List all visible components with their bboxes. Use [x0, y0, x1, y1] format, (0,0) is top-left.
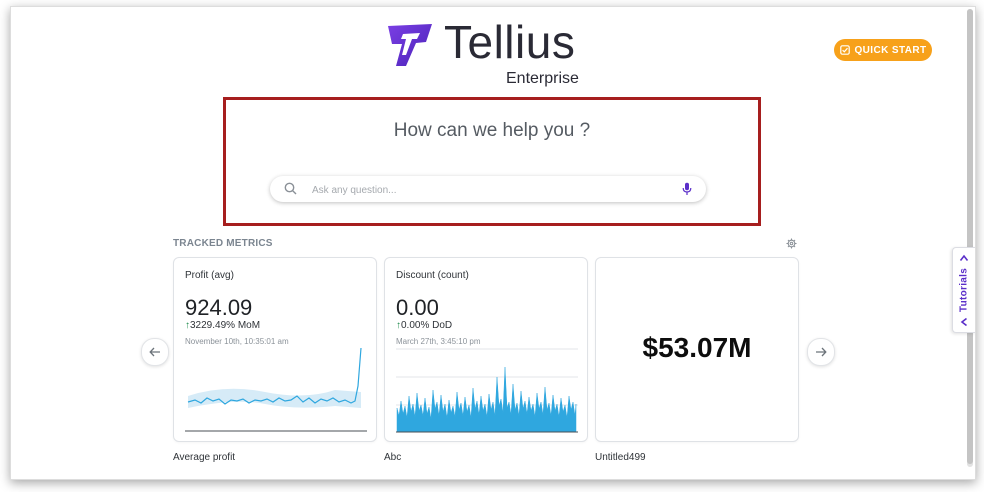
metric-timestamp: November 10th, 10:35:01 am: [185, 337, 289, 346]
search-icon: [284, 182, 297, 195]
metric-caption: Abc: [384, 452, 402, 463]
brand-name: Tellius: [444, 16, 576, 68]
sparkline-chart-profit: [185, 347, 367, 432]
tutorials-tab[interactable]: Tutorials: [952, 247, 975, 333]
microphone-icon[interactable]: [682, 182, 692, 196]
app-window: Tellius Enterprise QUICK START How can w…: [10, 6, 976, 480]
previous-metric-button[interactable]: [141, 338, 169, 366]
help-title: How can we help you ?: [393, 120, 591, 141]
arrow-left-icon: [149, 347, 160, 357]
metric-change-text: 0.00% DoD: [401, 320, 453, 331]
tutorials-label: Tutorials: [958, 267, 970, 313]
metric-name: Profit (avg): [185, 270, 234, 281]
next-metric-button[interactable]: [807, 338, 835, 366]
quick-start-label: QUICK START: [854, 44, 927, 56]
metric-value: $53.07M: [642, 332, 752, 363]
quick-start-button[interactable]: QUICK START: [834, 39, 932, 61]
tellius-logo: Tellius Enterprise: [386, 16, 596, 87]
search-bar[interactable]: [270, 176, 706, 202]
tellius-logo-icon: [388, 24, 432, 66]
metric-change: ↑3229.49% MoM: [185, 320, 260, 331]
help-panel: How can we help you ?: [223, 97, 761, 226]
tracked-metrics-label: TRACKED METRICS: [173, 238, 273, 249]
metric-change: ↑0.00% DoD: [396, 320, 452, 331]
metric-caption: Average profit: [173, 452, 236, 463]
brand-edition: Enterprise: [506, 70, 579, 87]
metric-change-text: 3229.49% MoM: [190, 320, 261, 331]
chevron-up-icon: [960, 317, 967, 327]
sparkline-chart-discount: [396, 348, 578, 433]
checklist-icon: [839, 45, 850, 55]
metric-name: Discount (count): [396, 270, 469, 281]
scrollbar-thumb[interactable]: [967, 9, 973, 464]
metric-card-discount[interactable]: Discount (count) 0.00 ↑0.00% DoD March 2…: [384, 257, 588, 442]
metric-caption: Untitled499: [595, 452, 646, 463]
gear-icon[interactable]: [786, 238, 797, 249]
metric-timestamp: March 27th, 3:45:10 pm: [396, 337, 481, 346]
metric-card-profit[interactable]: Profit (avg) 924.09 ↑3229.49% MoM Novemb…: [173, 257, 377, 442]
arrow-right-icon: [816, 347, 827, 357]
metric-card-untitled[interactable]: $53.07M: [595, 257, 799, 442]
chevron-up-icon: [959, 254, 969, 261]
metric-value: 0.00: [396, 295, 439, 320]
metric-value: 924.09: [185, 295, 253, 320]
search-input[interactable]: [310, 180, 674, 200]
